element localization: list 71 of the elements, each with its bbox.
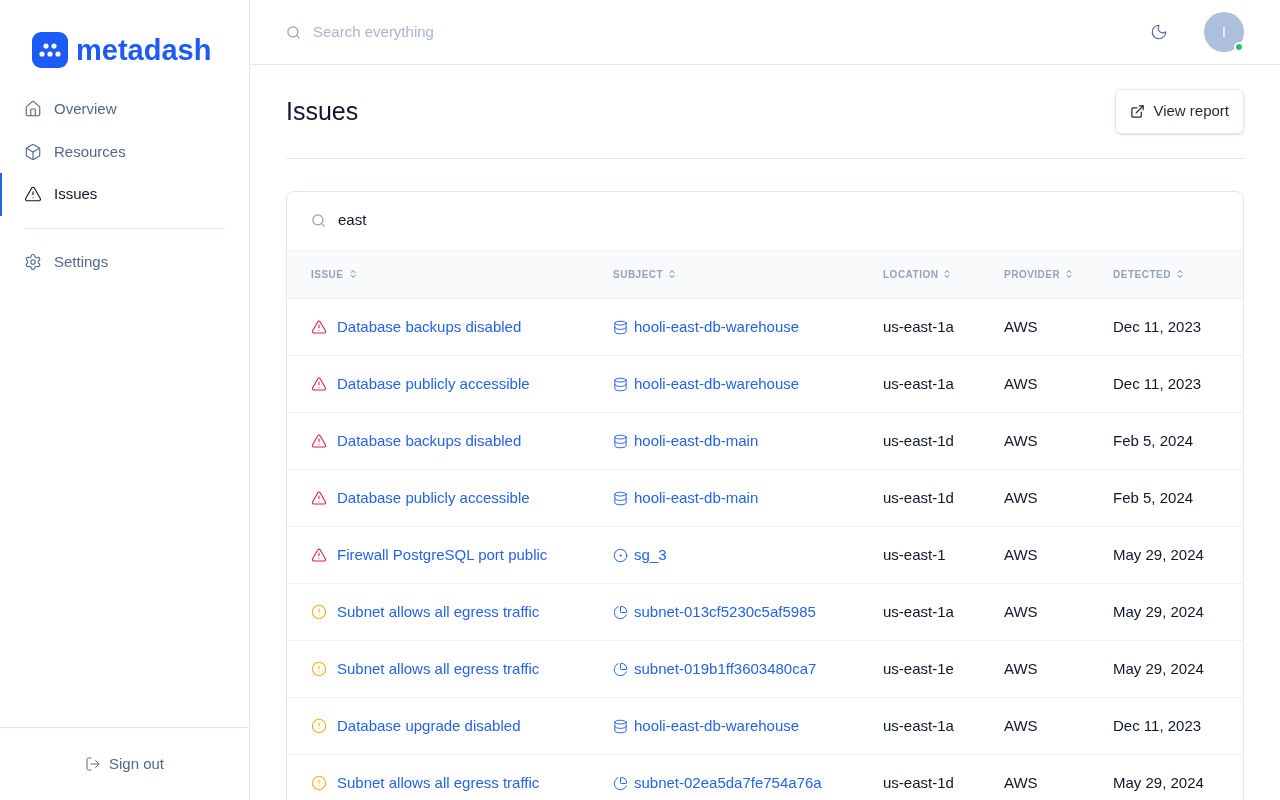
warning-triangle-icon [24, 185, 42, 204]
issue-link[interactable]: Database backups disabled [337, 429, 522, 453]
subject-link[interactable]: hooli-east-db-warehouse [634, 372, 800, 396]
issue-link[interactable]: Subnet allows all egress traffic [337, 657, 540, 681]
location-cell: us-east-1a [883, 716, 954, 734]
issue-link[interactable]: Database upgrade disabled [337, 714, 521, 738]
detected-cell: May 29, 2024 [1113, 545, 1204, 563]
provider-cell: AWS [1004, 374, 1038, 392]
subject-link[interactable]: hooli-east-db-main [634, 486, 759, 510]
brand-name: metadash [76, 35, 212, 65]
issue-link[interactable]: Database publicly accessible [337, 486, 530, 510]
location-cell: us-east-1e [883, 659, 954, 677]
subject-link[interactable]: hooli-east-db-main [634, 429, 759, 453]
provider-cell: AWS [1004, 488, 1038, 506]
moon-icon[interactable] [1150, 23, 1168, 41]
detected-cell: May 29, 2024 [1113, 659, 1204, 677]
issue-link[interactable]: Database backups disabled [337, 315, 522, 339]
external-link-icon [1130, 103, 1146, 119]
detected-cell: May 29, 2024 [1113, 773, 1204, 791]
page-title: Issues [286, 95, 359, 127]
detected-cell: Feb 5, 2024 [1113, 431, 1194, 449]
sort-icon [1174, 269, 1185, 280]
issue-link[interactable]: Firewall PostgreSQL port public [337, 543, 548, 567]
provider-cell: AWS [1004, 602, 1038, 620]
search-icon [311, 213, 326, 228]
filter-field[interactable]: east [287, 191, 1243, 251]
provider-cell: AWS [1004, 773, 1038, 791]
sort-icon [942, 269, 953, 280]
home-icon [24, 100, 42, 119]
provider-cell: AWS [1004, 545, 1038, 563]
location-cell: us-east-1a [883, 374, 954, 392]
detected-cell: Dec 11, 2023 [1113, 374, 1202, 392]
issue-link[interactable]: Subnet allows all egress traffic [337, 771, 540, 795]
sign-out-icon [84, 756, 101, 772]
issue-link[interactable]: Database publicly accessible [337, 372, 530, 396]
sort-icon [347, 269, 358, 280]
provider-cell: AWS [1004, 716, 1038, 734]
view-report-button[interactable]: View report [1115, 89, 1244, 134]
nav-item[interactable]: Issues [0, 173, 249, 216]
provider-cell: AWS [1004, 659, 1038, 677]
subject-link[interactable]: sg_3 [634, 543, 667, 567]
sort-icon [1064, 269, 1075, 280]
sort-icon [667, 269, 678, 280]
detected-cell: Dec 11, 2023 [1113, 716, 1202, 734]
subject-link[interactable]: subnet-013cf5230c5af5985 [634, 600, 816, 624]
filter-input[interactable]: east [338, 209, 738, 232]
location-cell: us-east-1a [883, 317, 954, 335]
settings-icon [24, 252, 42, 271]
cube-icon [24, 142, 42, 161]
nav-item[interactable]: Resources [0, 130, 249, 173]
detected-cell: Dec 11, 2023 [1113, 317, 1202, 335]
provider-cell: AWS [1004, 317, 1038, 335]
location-cell: us-east-1a [883, 602, 954, 620]
location-cell: us-east-1d [883, 488, 954, 506]
sign-out-button[interactable]: Sign out [84, 752, 164, 776]
nav-item[interactable]: Overview [0, 88, 249, 131]
location-cell: us-east-1 [883, 545, 946, 563]
subject-link[interactable]: subnet-019b1ff3603480ca7 [634, 657, 817, 681]
detected-cell: May 29, 2024 [1113, 602, 1204, 620]
search-icon [286, 24, 301, 40]
issue-link[interactable]: Subnet allows all egress traffic [337, 600, 540, 624]
subject-link[interactable]: hooli-east-db-warehouse [634, 714, 800, 738]
logo-icon [32, 32, 68, 68]
nav-item[interactable]: Settings [0, 240, 249, 283]
location-cell: us-east-1d [883, 431, 954, 449]
subject-link[interactable]: subnet-02ea5da7fe754a76a [634, 771, 822, 795]
provider-cell: AWS [1004, 431, 1038, 449]
subject-link[interactable]: hooli-east-db-warehouse [634, 315, 800, 339]
location-cell: us-east-1d [883, 773, 954, 791]
search-field[interactable]: Search everything [313, 20, 613, 44]
detected-cell: Feb 5, 2024 [1113, 488, 1194, 506]
